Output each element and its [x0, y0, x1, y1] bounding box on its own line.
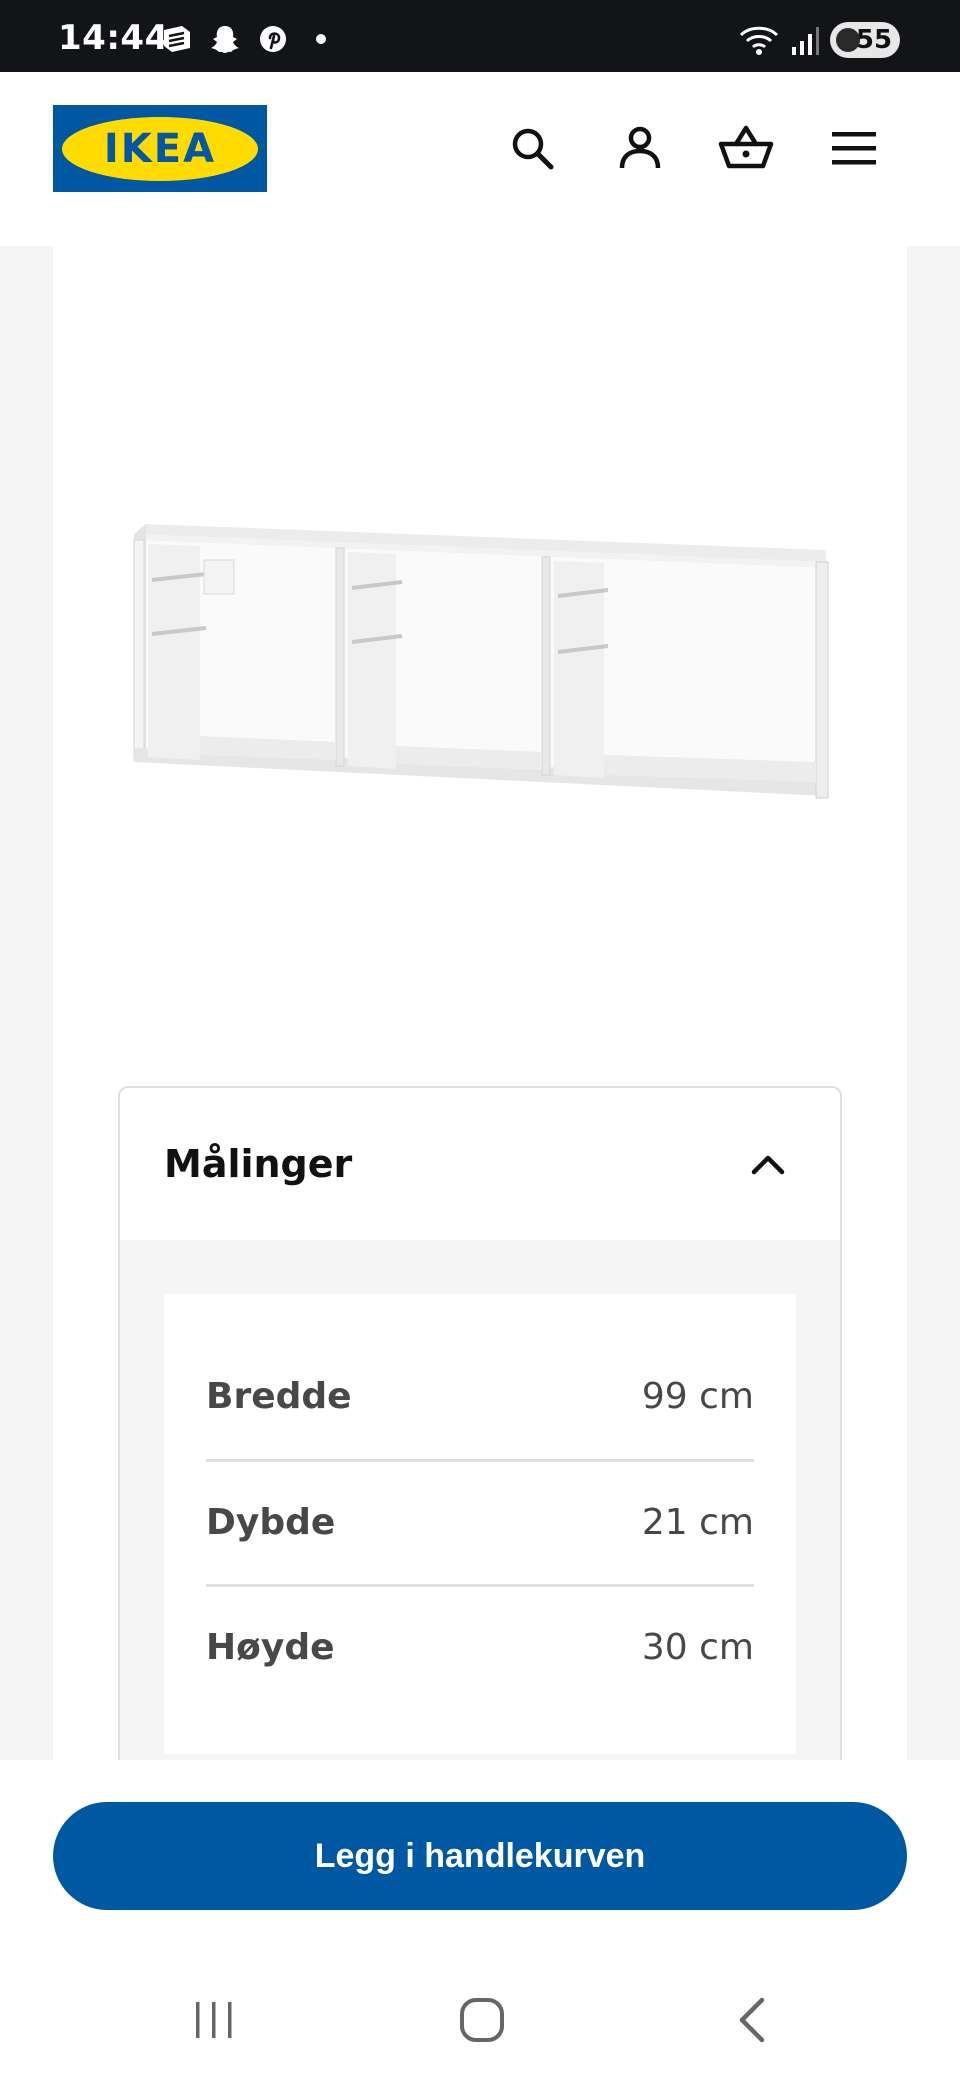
- dimensions-list: Bredde 99 cm Dybde 21 cm Høyde 30 cm: [164, 1294, 796, 1754]
- pinterest-icon: [260, 26, 286, 52]
- battery-level: 55: [855, 25, 893, 55]
- battery-icon: 55: [830, 22, 900, 58]
- recent-apps-icon[interactable]: [184, 1990, 244, 2050]
- dimension-label: Høyde: [206, 1627, 335, 1668]
- dimensions-accordion-header[interactable]: Målinger: [120, 1088, 840, 1240]
- status-bar: 14:44 55: [0, 0, 960, 72]
- sticky-action-bar: Legg i handlekurven: [0, 1760, 960, 1960]
- system-nav-bar: [0, 1960, 960, 2080]
- dimension-value: 99 cm: [641, 1376, 754, 1417]
- product-image[interactable]: [126, 510, 836, 810]
- ikea-logo[interactable]: IKEA: [53, 105, 267, 192]
- dimension-row-depth: Dybde 21 cm: [206, 1460, 754, 1585]
- snapchat-icon: [211, 26, 239, 53]
- site-header: IKEA: [0, 72, 960, 246]
- notification-dot: [316, 34, 326, 44]
- dimension-value: 21 cm: [641, 1502, 754, 1543]
- signal-icon: [792, 27, 819, 55]
- back-icon[interactable]: [722, 1990, 782, 2050]
- cart-icon[interactable]: [718, 120, 774, 176]
- dimensions-accordion: Målinger Bredde 99 cm Dybde 21 cm Høyde …: [118, 1086, 842, 1786]
- dimension-value: 30 cm: [641, 1627, 754, 1668]
- dimension-label: Dybde: [206, 1502, 336, 1543]
- search-icon[interactable]: [504, 120, 560, 176]
- wifi-icon: [739, 26, 779, 55]
- dimension-label: Bredde: [206, 1376, 352, 1417]
- home-icon[interactable]: [452, 1990, 512, 2050]
- add-to-cart-button[interactable]: Legg i handlekurven: [53, 1802, 907, 1910]
- status-time: 14:44: [58, 18, 169, 58]
- logo-text: IKEA: [103, 125, 217, 172]
- dimension-row-height: Høyde 30 cm: [206, 1585, 754, 1710]
- dimensions-title: Målinger: [164, 1142, 353, 1186]
- account-icon[interactable]: [612, 120, 668, 176]
- news-icon: [164, 26, 190, 52]
- menu-icon[interactable]: [826, 120, 882, 176]
- dimension-row-width: Bredde 99 cm: [206, 1334, 754, 1459]
- chevron-up-icon[interactable]: [750, 1148, 786, 1178]
